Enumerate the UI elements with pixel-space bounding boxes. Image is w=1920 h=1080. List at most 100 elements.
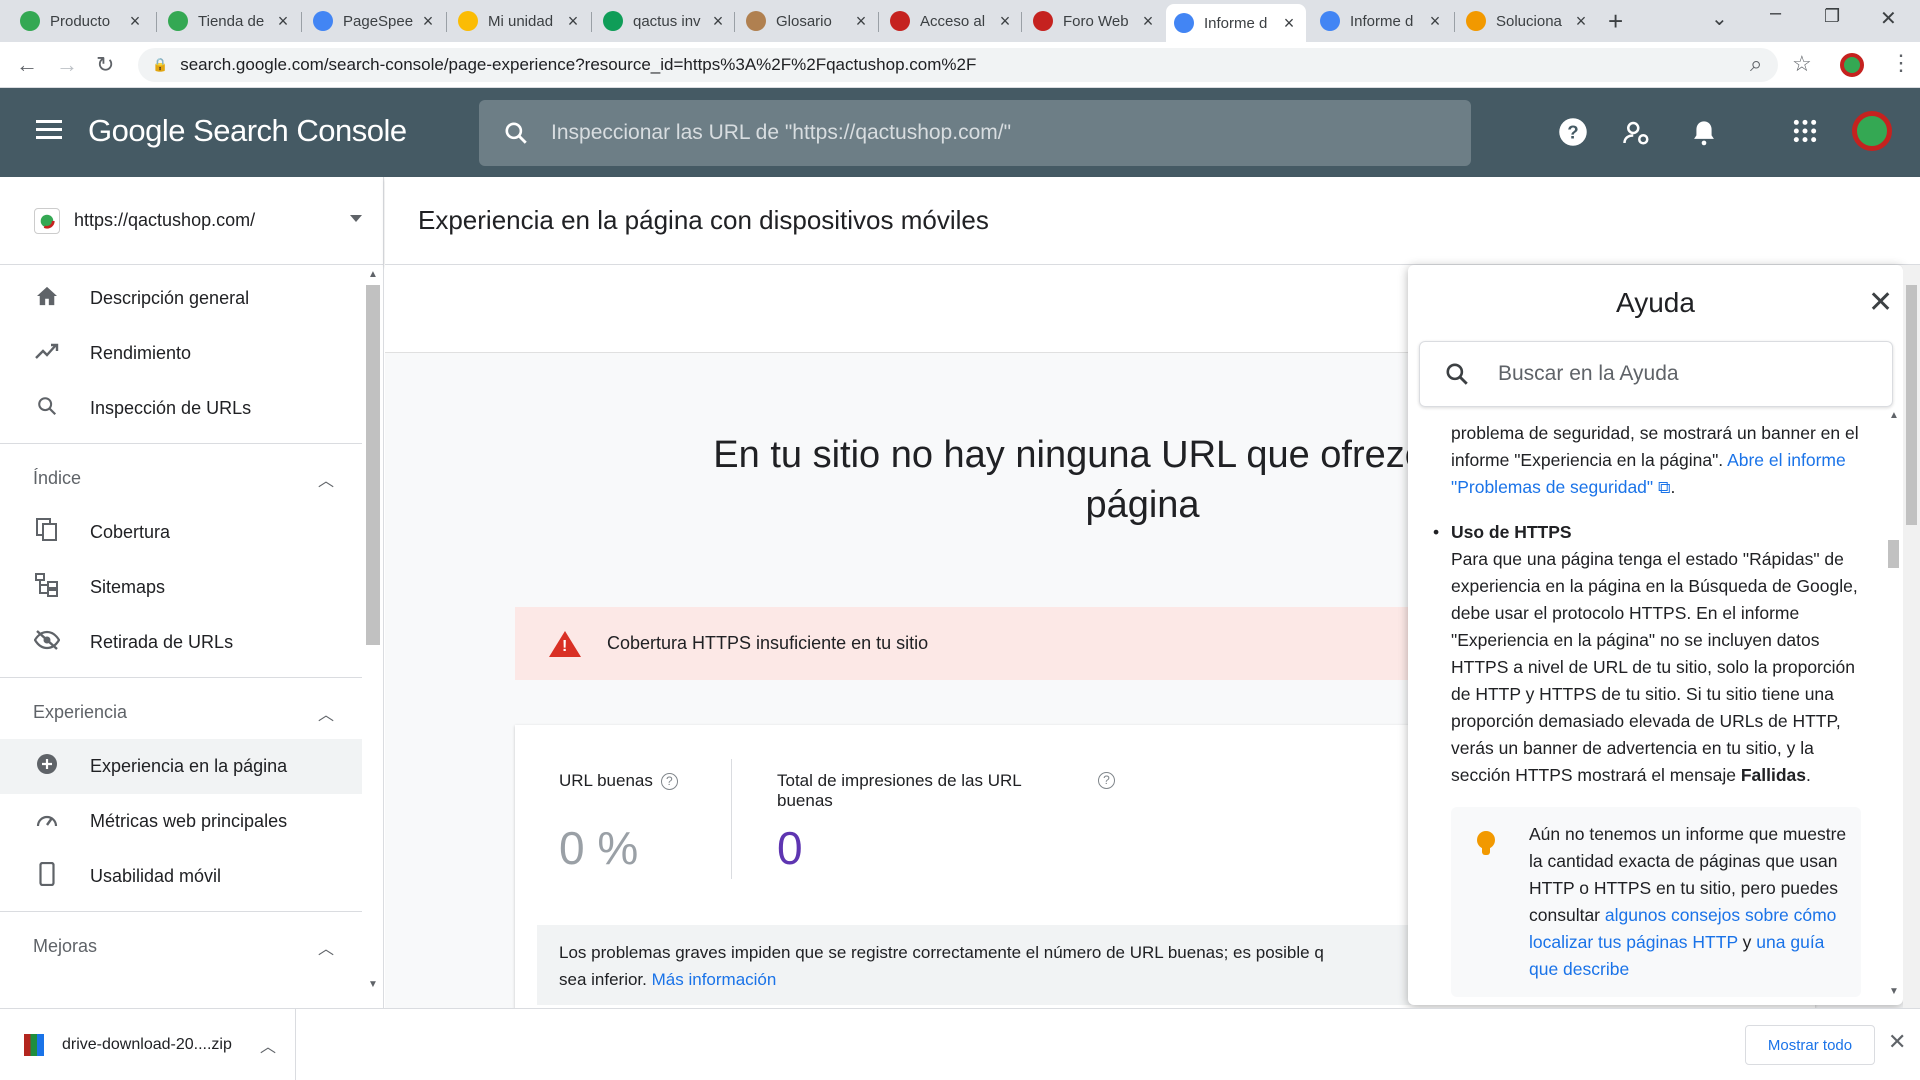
tab-separator bbox=[1454, 12, 1455, 32]
url-field[interactable]: 🔒 search.google.com/search-console/page-… bbox=[138, 48, 1778, 82]
tab-title: Foro Web bbox=[1063, 12, 1129, 30]
chevron-down-icon bbox=[350, 215, 362, 222]
maximize-icon[interactable]: ❐ bbox=[1824, 6, 1840, 27]
sidebar-item-performance[interactable]: Rendimiento bbox=[0, 326, 362, 381]
page-scrollbar[interactable] bbox=[1903, 265, 1920, 1008]
tab-close-icon[interactable]: × bbox=[709, 11, 727, 32]
tab-close-icon[interactable]: × bbox=[1139, 11, 1157, 32]
back-icon[interactable]: ← bbox=[16, 52, 38, 78]
tab-separator bbox=[1021, 12, 1022, 32]
sidebar-section-index[interactable]: Índice ︿ bbox=[0, 443, 362, 513]
browser-tab[interactable]: Informe d × bbox=[1312, 4, 1452, 38]
close-window-icon[interactable]: ✕ bbox=[1880, 6, 1897, 31]
tab-favicon-icon bbox=[20, 11, 40, 31]
apps-grid-icon[interactable] bbox=[1792, 118, 1818, 151]
browser-tab[interactable]: Mi unidad × bbox=[450, 4, 590, 38]
tab-close-icon[interactable]: × bbox=[1280, 13, 1298, 34]
sidebar-item-page-experience[interactable]: Experiencia en la página bbox=[0, 739, 362, 794]
sidebar-item-overview[interactable]: Descripción general bbox=[0, 271, 362, 326]
tab-separator bbox=[446, 12, 447, 32]
open-external-icon: ⧉ bbox=[1658, 477, 1671, 497]
sidebar-item-mobile-usability[interactable]: Usabilidad móvil bbox=[0, 849, 362, 904]
minimize-icon[interactable]: – bbox=[1770, 2, 1781, 25]
help-panel: Ayuda ✕ problema de seguridad, se mostra… bbox=[1408, 265, 1903, 1005]
zoom-icon[interactable]: ⌕ bbox=[1750, 51, 1762, 77]
sidebar-item-label: Descripción general bbox=[90, 288, 250, 308]
help-question-icon[interactable]: ? bbox=[660, 773, 678, 791]
browser-tab[interactable]: qactus inv × bbox=[595, 4, 735, 38]
help-search-input[interactable] bbox=[1498, 362, 1878, 386]
more-info-link[interactable]: Más información bbox=[652, 970, 777, 989]
metric-value-good-urls: 0 % bbox=[559, 822, 639, 874]
browser-menu-icon[interactable]: ⋮ bbox=[1890, 50, 1912, 76]
tab-favicon-icon bbox=[746, 11, 766, 31]
tab-title: Informe d bbox=[1350, 12, 1414, 30]
sidebar-item-label: Cobertura bbox=[90, 522, 171, 542]
tab-title: Informe d bbox=[1204, 14, 1268, 32]
sidebar-item-removals[interactable]: Retirada de URLs bbox=[0, 615, 362, 670]
url-inspection-search[interactable] bbox=[479, 100, 1471, 166]
tab-close-icon[interactable]: × bbox=[996, 11, 1014, 32]
account-avatar[interactable] bbox=[1852, 111, 1892, 151]
property-url: https://qactushop.com/ bbox=[74, 210, 256, 230]
sidebar-item-label: Retirada de URLs bbox=[90, 632, 234, 652]
reload-icon[interactable]: ↻ bbox=[96, 52, 114, 78]
sidebar-item-url-inspection[interactable]: Inspección de URLs bbox=[0, 381, 362, 436]
property-favicon-icon bbox=[34, 207, 60, 234]
help-icon[interactable]: ? bbox=[1558, 117, 1588, 154]
browser-tab[interactable]: Foro Web × bbox=[1025, 4, 1165, 38]
sidebar-item-core-web-vitals[interactable]: Métricas web principales bbox=[0, 794, 362, 849]
browser-tab[interactable]: Soluciona × bbox=[1458, 4, 1598, 38]
tab-close-icon[interactable]: × bbox=[274, 11, 292, 32]
help-bullet-https: Uso de HTTPS Para que una página tenga e… bbox=[1433, 519, 1861, 789]
help-scrollbar[interactable]: ▲ ▼ bbox=[1886, 410, 1901, 1000]
chevron-up-icon[interactable]: ︿ bbox=[260, 1033, 276, 1057]
sidebar-item-coverage[interactable]: Cobertura bbox=[0, 505, 362, 560]
visibility-off-icon bbox=[33, 629, 61, 656]
help-question-icon[interactable]: ? bbox=[1098, 772, 1115, 789]
url-inspection-input[interactable] bbox=[551, 121, 1451, 145]
browser-tab[interactable]: PageSpee × bbox=[305, 4, 445, 38]
notifications-bell-icon[interactable] bbox=[1690, 118, 1718, 155]
tab-close-icon[interactable]: × bbox=[419, 11, 437, 32]
browser-tab[interactable]: Tienda de × bbox=[160, 4, 300, 38]
sidebar-item-sitemaps[interactable]: Sitemaps bbox=[0, 560, 362, 615]
svg-text:?: ? bbox=[1567, 121, 1578, 142]
tab-separator bbox=[156, 12, 157, 32]
browser-tab[interactable]: Acceso al × bbox=[882, 4, 1022, 38]
help-title: Ayuda bbox=[1616, 287, 1695, 318]
metric-value-impressions: 0 bbox=[777, 822, 803, 874]
browser-tab[interactable]: Glosario × bbox=[738, 4, 878, 38]
show-all-downloads-button[interactable]: Mostrar todo bbox=[1745, 1025, 1875, 1065]
sidebar-section-enhancements[interactable]: Mejoras ︿ bbox=[0, 911, 362, 981]
forward-icon[interactable]: → bbox=[56, 52, 78, 78]
browser-tab[interactable]: Informe d × bbox=[1166, 4, 1306, 42]
tab-close-icon[interactable]: × bbox=[1572, 11, 1590, 32]
tab-title: Mi unidad bbox=[488, 12, 554, 30]
help-article: problema de seguridad, se mostrará un ba… bbox=[1433, 420, 1861, 997]
sidebar-item-label: Usabilidad móvil bbox=[90, 866, 222, 886]
bookmark-star-icon[interactable]: ☆ bbox=[1792, 51, 1812, 77]
divider bbox=[731, 759, 732, 879]
app-header: Google Search Console ? bbox=[0, 88, 1920, 177]
sidebar-item-label: Inspección de URLs bbox=[90, 398, 252, 418]
tab-close-icon[interactable]: × bbox=[852, 11, 870, 32]
tab-close-icon[interactable]: × bbox=[126, 11, 144, 32]
close-icon[interactable]: ✕ bbox=[1888, 1029, 1906, 1055]
tab-favicon-icon bbox=[1033, 11, 1053, 31]
property-selector[interactable]: https://qactushop.com/ bbox=[0, 177, 383, 265]
profile-avatar[interactable] bbox=[1840, 53, 1864, 77]
tab-close-icon[interactable]: × bbox=[564, 11, 582, 32]
tab-close-icon[interactable]: × bbox=[1426, 11, 1444, 32]
sidebar-scrollbar[interactable]: ▲ ▼ bbox=[364, 269, 382, 999]
sidebar-section-experience[interactable]: Experiencia ︿ bbox=[0, 677, 362, 747]
help-search[interactable] bbox=[1419, 341, 1893, 407]
menu-icon[interactable] bbox=[36, 120, 62, 140]
new-tab-icon[interactable]: + bbox=[1608, 6, 1623, 37]
close-icon[interactable]: ✕ bbox=[1868, 285, 1893, 320]
tab-title: qactus inv bbox=[633, 12, 701, 30]
settings-user-icon[interactable] bbox=[1622, 118, 1652, 155]
browser-tab[interactable]: Producto × bbox=[12, 4, 152, 38]
download-item[interactable]: drive-download-20....zip ︿ bbox=[0, 1009, 296, 1080]
tab-search-icon[interactable]: ⌄ bbox=[1711, 6, 1728, 31]
